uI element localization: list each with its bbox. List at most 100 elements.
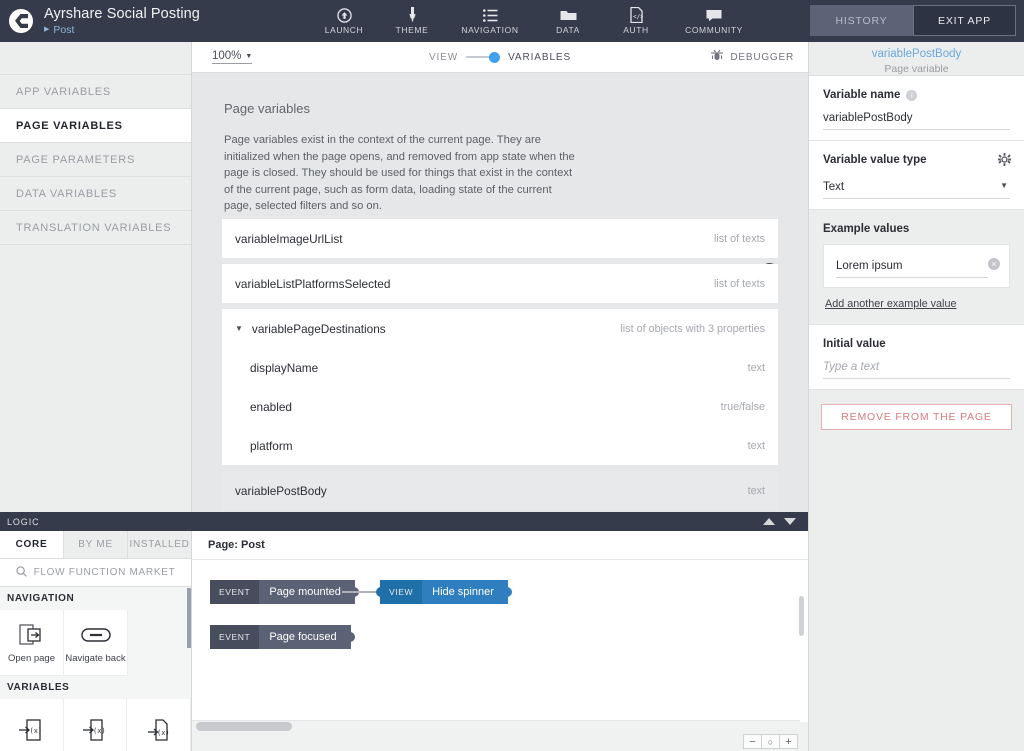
flow-node-hide-spinner[interactable]: VIEW Hide spinner (380, 580, 508, 604)
sidebar-item-data-variables[interactable]: DATA VARIABLES (0, 177, 191, 211)
app-root: Ayrshare Social Posting ▶ Post LAUNCH TH… (0, 0, 1024, 751)
flow-node-page-mounted[interactable]: EVENT Page mounted (210, 580, 355, 604)
variable-card-group: ▼ variablePageDestinations list of objec… (222, 309, 778, 465)
variable-name: variableImageUrlList (235, 232, 343, 246)
variable-name-input[interactable] (823, 109, 1010, 130)
page-description: Page variables exist in the context of t… (224, 132, 576, 215)
history-button[interactable]: HISTORY (810, 5, 913, 36)
market-search-placeholder: FLOW FUNCTION MARKET (34, 567, 176, 578)
node-output-port[interactable] (502, 587, 512, 597)
variable-name-label-text: Variable name (823, 89, 900, 101)
toggle-label-variables: VARIABLES (508, 52, 571, 63)
flow-editor: Page: Post EVENT Page mounted VIEW Hide … (192, 531, 808, 751)
nav-item-community[interactable]: COMMUNITY (670, 0, 758, 42)
sidebar-label-app-variables: APP VARIABLES (16, 86, 111, 98)
variable-value-type-value: Text (823, 178, 1010, 199)
variable-type: text (748, 485, 765, 497)
tile-set-data-variable[interactable]: (x) (127, 699, 191, 751)
nav-item-navigation[interactable]: NAVIGATION (446, 0, 534, 42)
toggle-knob (489, 52, 500, 63)
toggle-switch[interactable] (466, 51, 500, 63)
flow-horizontal-scrollbar-track (192, 720, 800, 731)
tile-set-page-variable[interactable]: (x) (64, 699, 128, 751)
zoom-reset-button[interactable]: ○ (761, 734, 780, 749)
flow-canvas[interactable]: EVENT Page mounted VIEW Hide spinner EVE… (192, 560, 808, 722)
rocket-up-icon (337, 8, 352, 23)
initial-value-section: Initial value (809, 325, 1024, 390)
tile-open-page[interactable]: Open page (0, 610, 64, 676)
chevron-down-icon[interactable] (784, 518, 796, 525)
clear-icon[interactable]: × (988, 258, 1000, 270)
table-row[interactable]: displayName text (222, 348, 778, 387)
sidebar-item-page-variables[interactable]: PAGE VARIABLES (0, 109, 191, 143)
logic-bar: LOGIC (0, 512, 808, 531)
table-row[interactable]: platform text (222, 426, 778, 465)
breadcrumb[interactable]: ▶ Post (44, 23, 200, 37)
zoom-value: 100% (212, 50, 241, 62)
add-example-value-link[interactable]: Add another example value (825, 298, 956, 310)
node-input-port[interactable] (376, 587, 386, 597)
variable-name: variablePostBody (235, 484, 327, 498)
variable-value-type-label: Variable value type (823, 154, 1010, 166)
comment-icon (706, 8, 722, 23)
chevron-up-icon[interactable] (763, 518, 775, 525)
app-title: Ayrshare Social Posting (44, 6, 200, 23)
zoom-select[interactable]: 100% ▼ (212, 50, 252, 64)
gear-icon[interactable] (998, 153, 1011, 171)
zoom-out-button[interactable]: − (743, 734, 762, 749)
remove-from-page-button[interactable]: REMOVE FROM THE PAGE (821, 404, 1012, 430)
sidebar-item-translation-variables[interactable]: TRANSLATION VARIABLES (0, 211, 191, 245)
tile-navigate-back[interactable]: Navigate back (64, 610, 128, 676)
example-value-input[interactable] (836, 258, 988, 278)
market-search[interactable]: FLOW FUNCTION MARKET (0, 559, 191, 587)
nav-item-auth[interactable]: </> AUTH (602, 0, 670, 42)
canvas-toolbar: 100% ▼ VIEW VARIABLES DEBUGGER (192, 42, 808, 73)
node-tag: VIEW (380, 580, 422, 604)
table-row[interactable]: ▼ variablePageDestinations list of objec… (222, 309, 778, 348)
caret-down-icon[interactable]: ▼ (235, 324, 243, 333)
nav-item-launch[interactable]: LAUNCH (310, 0, 378, 42)
flow-node-page-focused[interactable]: EVENT Page focused (210, 625, 351, 649)
example-values-label: Example values (823, 223, 1010, 235)
properties-title: variablePostBody (809, 47, 1024, 62)
svg-text:(x): (x) (93, 727, 106, 735)
info-icon[interactable]: i (906, 90, 917, 101)
variable-value-type-select[interactable]: Text ▼ (823, 178, 1010, 199)
tab-core[interactable]: CORE (0, 531, 64, 558)
zoom-in-button[interactable]: + (779, 734, 798, 749)
chevron-down-icon: ▼ (1000, 181, 1008, 190)
initial-value-input[interactable] (823, 358, 1010, 379)
table-row[interactable]: enabled true/false (222, 387, 778, 426)
tab-installed[interactable]: INSTALLED (128, 531, 191, 558)
svg-text:</>: </> (633, 14, 643, 21)
nav-item-data[interactable]: DATA (534, 0, 602, 42)
flow-horizontal-scrollbar[interactable] (196, 722, 292, 731)
logic-bar-label: LOGIC (7, 517, 40, 527)
market-group-variables: VARIABLES (0, 676, 191, 699)
properties-panel: variablePostBody Page variable Variable … (808, 42, 1024, 751)
sidebar-label-page-variables: PAGE VARIABLES (16, 120, 123, 132)
app-logo[interactable] (0, 9, 42, 33)
view-variables-toggle[interactable]: VIEW VARIABLES (429, 51, 571, 63)
debugger-button[interactable]: DEBUGGER (710, 49, 794, 65)
table-row[interactable]: variableImageUrlList list of texts (222, 219, 778, 258)
node-output-port[interactable] (345, 632, 355, 642)
nav-label-auth: AUTH (623, 25, 649, 35)
top-right-buttons: HISTORY EXIT APP (810, 5, 1016, 36)
set-page-variable-icon: (x) (82, 716, 108, 744)
tab-by-me[interactable]: BY ME (64, 531, 128, 558)
nav-label-navigation: NAVIGATION (461, 25, 518, 35)
example-values-section: Example values × Add another example val… (809, 210, 1024, 325)
tile-set-app-variable[interactable]: (x) (0, 699, 64, 751)
top-nav: LAUNCH THEME NAVIGATION DATA (310, 0, 758, 42)
variable-name: platform (250, 439, 293, 453)
flow-vertical-scrollbar[interactable] (799, 596, 804, 636)
nav-item-theme[interactable]: THEME (378, 0, 446, 42)
exit-app-button[interactable]: EXIT APP (913, 5, 1016, 36)
sidebar-item-app-variables[interactable]: APP VARIABLES (0, 75, 191, 109)
table-row[interactable]: variableListPlatformsSelected list of te… (222, 264, 778, 303)
sidebar-item-page-parameters[interactable]: PAGE PARAMETERS (0, 143, 191, 177)
set-data-variable-icon: (x) (146, 716, 172, 744)
table-row[interactable]: variablePostBody text (222, 471, 778, 510)
market-scrollbar[interactable] (187, 588, 191, 648)
